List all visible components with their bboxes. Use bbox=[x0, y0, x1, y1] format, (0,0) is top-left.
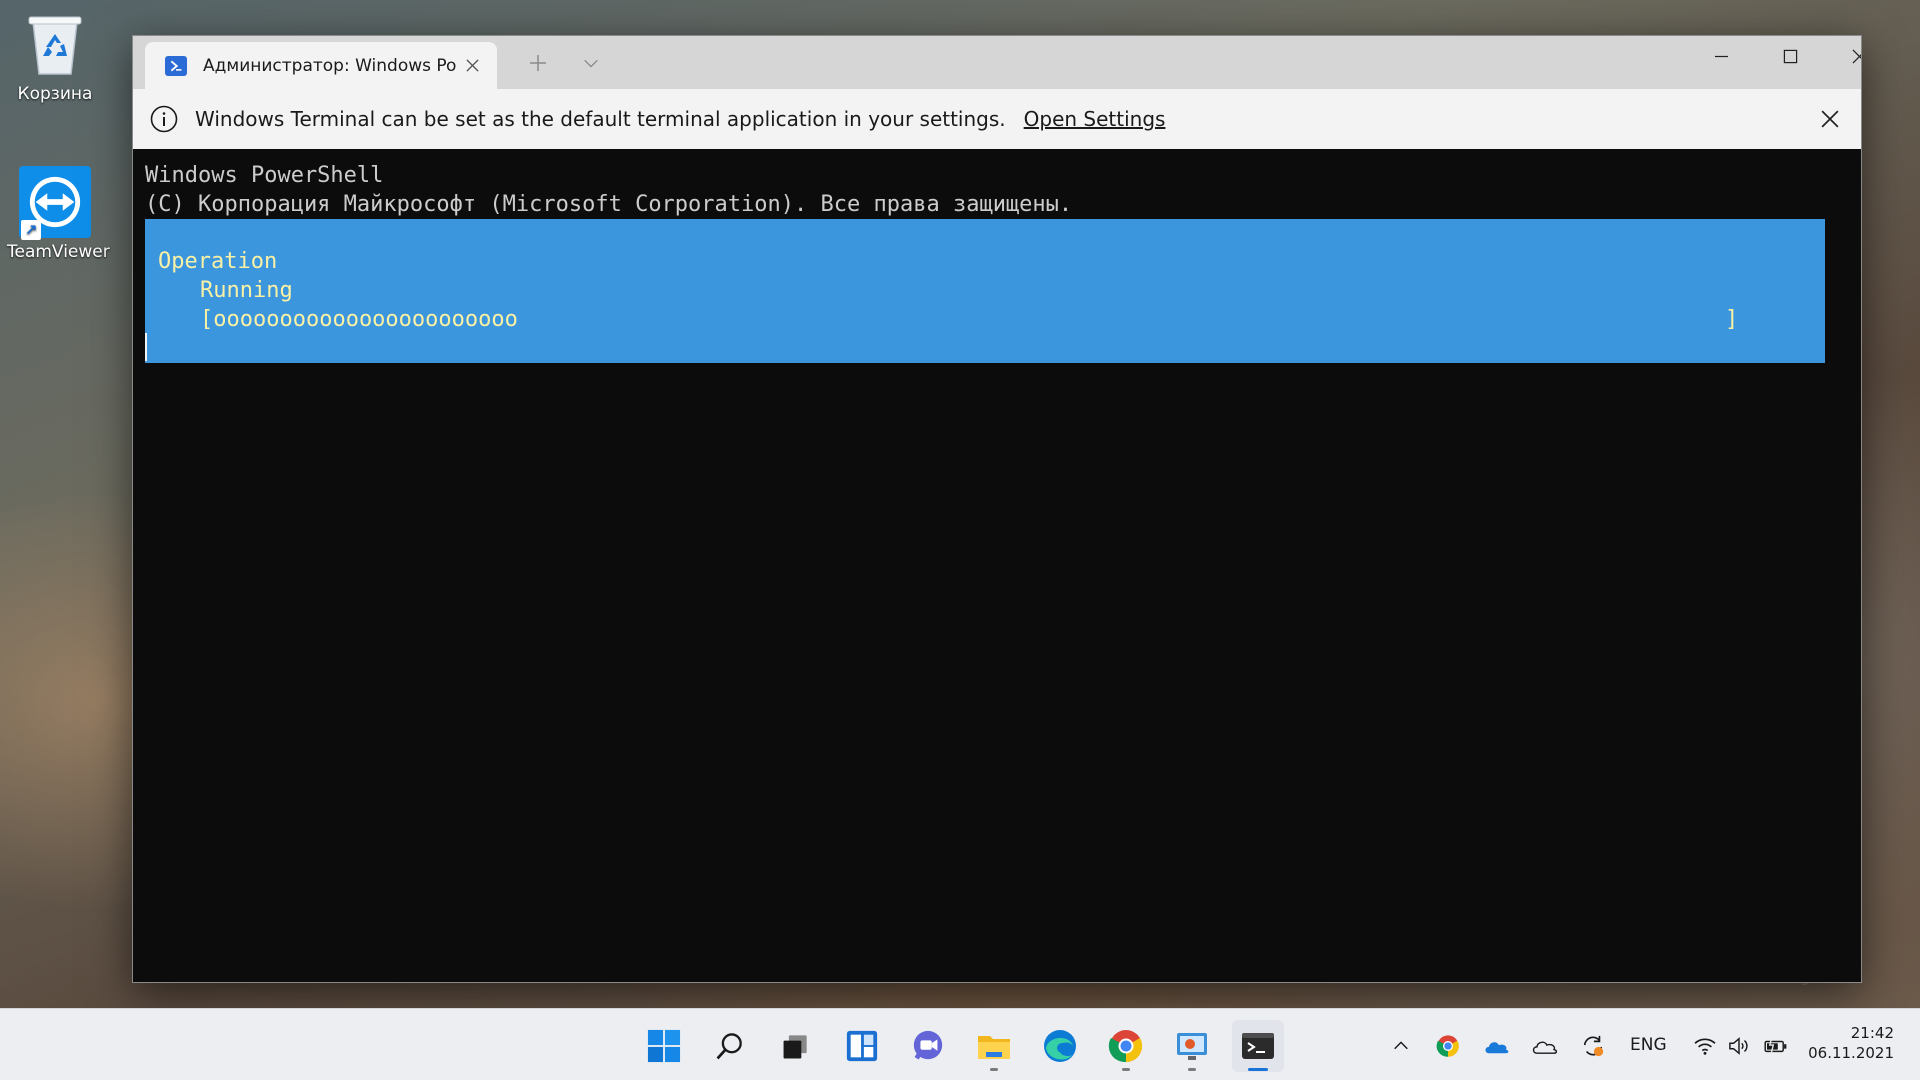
progress-bar: [ooooooooooooooooooooooo bbox=[200, 307, 518, 332]
input-language-indicator[interactable]: ENG bbox=[1630, 1035, 1667, 1055]
battery-charging-icon[interactable] bbox=[1762, 1033, 1790, 1059]
chrome-icon bbox=[1108, 1030, 1143, 1063]
tab-powershell[interactable]: Администратор: Windows PowerShell bbox=[145, 42, 497, 89]
new-tab-button[interactable] bbox=[523, 48, 553, 78]
minimize-button[interactable] bbox=[1687, 36, 1755, 76]
clock-date: 06.11.2021 bbox=[1808, 1044, 1894, 1062]
task-view-button[interactable] bbox=[770, 1020, 822, 1072]
taskbar: ENG 21:42 06.11.2021 bbox=[0, 1008, 1920, 1080]
terminal-copyright-line: (C) Корпорация Майкрософт (Microsoft Cor… bbox=[145, 192, 1073, 217]
shortcut-arrow-icon: ↗ bbox=[21, 220, 41, 240]
desktop-icon-label: TeamViewer bbox=[7, 242, 110, 262]
start-button[interactable] bbox=[638, 1020, 690, 1072]
progress-status: Running bbox=[200, 278, 293, 303]
powershell-icon bbox=[165, 55, 187, 76]
remote-desktop-button[interactable] bbox=[1166, 1020, 1218, 1072]
desktop-icon-label: Корзина bbox=[17, 84, 93, 104]
windows-terminal-button[interactable] bbox=[1232, 1020, 1284, 1072]
edge-icon bbox=[1044, 1030, 1076, 1062]
terminal-icon bbox=[1242, 1033, 1274, 1059]
infobar-close-icon[interactable] bbox=[1817, 106, 1843, 132]
task-view-icon bbox=[783, 1035, 807, 1059]
onedrive-personal-cloud-icon[interactable] bbox=[1530, 1033, 1560, 1059]
tab-close-icon[interactable] bbox=[461, 55, 483, 77]
recycle-bin-icon bbox=[19, 8, 91, 80]
tray-chrome-icon[interactable] bbox=[1435, 1033, 1461, 1059]
open-settings-link[interactable]: Open Settings bbox=[1024, 107, 1166, 131]
wifi-icon[interactable] bbox=[1692, 1033, 1718, 1059]
tab-dropdown-chevron-down-icon[interactable] bbox=[576, 48, 606, 78]
clock[interactable]: 21:42 06.11.2021 bbox=[1808, 1023, 1894, 1063]
teamviewer-tile: ↗ bbox=[19, 166, 91, 240]
title-bar[interactable]: Администратор: Windows PowerShell bbox=[133, 36, 1861, 89]
windows-logo-icon bbox=[647, 1029, 681, 1063]
chrome-button[interactable] bbox=[1100, 1020, 1152, 1072]
running-indicator bbox=[1122, 1068, 1130, 1071]
teams-chat-button[interactable] bbox=[902, 1020, 954, 1072]
default-terminal-infobar: Windows Terminal can be set as the defau… bbox=[133, 89, 1861, 149]
sync-warning-icon[interactable] bbox=[1579, 1033, 1607, 1059]
tab-title: Администратор: Windows PowerShell bbox=[203, 55, 457, 76]
progress-block: Operation Running [ooooooooooooooooooooo… bbox=[145, 219, 1825, 363]
running-indicator bbox=[1188, 1068, 1196, 1071]
folder-icon bbox=[978, 1036, 1010, 1059]
terminal-window: Администратор: Windows PowerShell Window… bbox=[132, 35, 1862, 983]
progress-bar-end: ] bbox=[1725, 307, 1739, 332]
terminal-output[interactable]: Windows PowerShell (C) Корпорация Майкро… bbox=[133, 149, 1861, 982]
desktop-icon-recycle-bin[interactable]: Корзина bbox=[7, 8, 103, 104]
running-indicator bbox=[990, 1068, 998, 1071]
desktop-icon-teamviewer[interactable]: ↗ TeamViewer bbox=[7, 166, 110, 262]
active-indicator bbox=[1248, 1068, 1268, 1071]
close-window-button[interactable] bbox=[1825, 36, 1861, 76]
infobar-message: Windows Terminal can be set as the defau… bbox=[195, 107, 1006, 131]
info-icon bbox=[149, 104, 179, 134]
text-cursor bbox=[145, 333, 147, 361]
search-button[interactable] bbox=[704, 1020, 756, 1072]
remote-desktop-icon bbox=[1177, 1033, 1207, 1060]
terminal-header-line: Windows PowerShell bbox=[145, 163, 384, 188]
progress-activity: Operation bbox=[158, 249, 278, 274]
widgets-icon bbox=[846, 1030, 878, 1062]
widgets-button[interactable] bbox=[836, 1020, 888, 1072]
edge-button[interactable] bbox=[1034, 1020, 1086, 1072]
search-icon bbox=[716, 1033, 742, 1060]
onedrive-icon[interactable] bbox=[1482, 1033, 1512, 1059]
chat-icon bbox=[913, 1030, 943, 1060]
volume-icon[interactable] bbox=[1726, 1033, 1752, 1059]
file-explorer-button[interactable] bbox=[968, 1020, 1020, 1072]
clock-time: 21:42 bbox=[1850, 1024, 1894, 1042]
show-hidden-icons-chevron-up-icon[interactable] bbox=[1388, 1033, 1414, 1059]
maximize-button[interactable] bbox=[1756, 36, 1824, 76]
